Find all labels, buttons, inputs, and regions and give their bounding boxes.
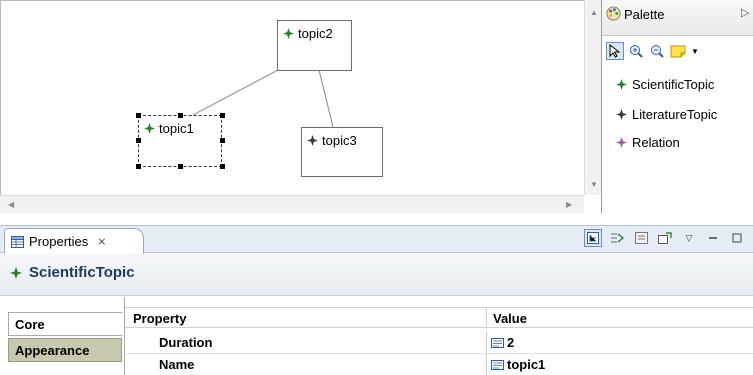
- minimize-icon[interactable]: [704, 229, 722, 247]
- collapse-palette-icon[interactable]: ▷: [741, 6, 749, 19]
- tab-label: Core: [15, 316, 45, 332]
- literature-topic-icon: [616, 109, 627, 120]
- scroll-right-icon[interactable]: ▶: [566, 200, 572, 209]
- scroll-down-icon[interactable]: ▼: [590, 180, 598, 189]
- dropdown-icon[interactable]: ▼: [690, 42, 700, 60]
- resize-handle[interactable]: [136, 138, 141, 143]
- scroll-up-icon[interactable]: ▲: [590, 8, 598, 17]
- relation-icon: [616, 137, 627, 148]
- tab-label: Appearance: [15, 342, 90, 358]
- palette-header[interactable]: Palette ▷: [602, 0, 753, 36]
- show-categories-icon[interactable]: [584, 229, 602, 247]
- column-divider: [486, 332, 487, 353]
- resize-handle[interactable]: [220, 113, 225, 118]
- relation-topic2-topic3[interactable]: [318, 69, 334, 128]
- palette-item-relation[interactable]: Relation: [616, 135, 680, 150]
- node-topic1[interactable]: topic1: [138, 115, 222, 167]
- properties-title-text: ScientificTopic: [29, 264, 135, 281]
- tab-appearance[interactable]: Appearance: [8, 338, 122, 362]
- resize-handle[interactable]: [220, 138, 225, 143]
- text-property-icon: [491, 337, 504, 348]
- property-value[interactable]: topic1: [491, 357, 545, 372]
- property-name: Name: [159, 357, 195, 372]
- property-value-text: 2: [507, 335, 515, 350]
- scientific-topic-icon: [10, 266, 22, 279]
- tab-label: Properties: [29, 234, 89, 249]
- properties-title: ScientificTopic: [10, 264, 135, 281]
- palette-item-label: Relation: [632, 135, 680, 150]
- property-name: Duration: [159, 335, 213, 350]
- column-divider[interactable]: [486, 308, 487, 329]
- restore-defaults-icon[interactable]: [632, 229, 650, 247]
- column-header-value[interactable]: Value: [493, 311, 527, 326]
- property-value-text: topic1: [507, 357, 546, 372]
- palette-item-scientific-topic[interactable]: ScientificTopic: [616, 77, 714, 92]
- node-label: topic2: [298, 26, 333, 41]
- scientific-topic-icon: [283, 28, 294, 39]
- vertical-scrollbar[interactable]: ▲ ▼: [584, 0, 601, 195]
- tab-properties[interactable]: Properties ⨯: [4, 228, 144, 254]
- view-menu-icon[interactable]: ▽: [680, 229, 698, 247]
- relation-topic2-topic1[interactable]: [192, 69, 279, 116]
- node-label: topic1: [159, 121, 194, 136]
- show-advanced-icon[interactable]: [608, 229, 626, 247]
- horizontal-scrollbar[interactable]: ◀ ▶: [0, 195, 584, 213]
- maximize-icon[interactable]: [728, 229, 746, 247]
- zoom-in-icon[interactable]: [627, 42, 645, 60]
- literature-topic-icon: [307, 135, 318, 146]
- property-value[interactable]: 2: [491, 335, 514, 350]
- zoom-out-icon[interactable]: [648, 42, 666, 60]
- column-header-property[interactable]: Property: [133, 311, 186, 326]
- table-header-row: Property Value: [125, 307, 753, 329]
- resize-handle[interactable]: [178, 164, 183, 169]
- scroll-left-icon[interactable]: ◀: [8, 200, 14, 209]
- node-topic3[interactable]: topic3: [301, 127, 383, 177]
- resize-handle[interactable]: [136, 113, 141, 118]
- column-divider: [486, 354, 487, 375]
- resize-handle[interactable]: [178, 113, 183, 118]
- diagram-canvas[interactable]: topic2 topic1 topic3: [0, 0, 584, 213]
- palette-item-label: ScientificTopic: [632, 77, 715, 92]
- palette-icon: [606, 6, 621, 21]
- resize-handle[interactable]: [136, 164, 141, 169]
- palette: Palette ▷ ▼ ScientificTopic LiteratureTo…: [601, 0, 753, 213]
- pin-view-icon[interactable]: [656, 229, 674, 247]
- properties-table: Property Value Duration 2 Name topic1: [124, 297, 753, 375]
- properties-side-tabs: Core Appearance: [0, 297, 124, 375]
- palette-toolbar: ▼: [606, 40, 700, 62]
- text-property-icon: [491, 359, 504, 370]
- palette-title: Palette: [624, 7, 665, 22]
- node-label: topic3: [322, 133, 357, 148]
- select-tool-icon[interactable]: [606, 42, 624, 60]
- tab-core[interactable]: Core: [8, 312, 122, 336]
- scientific-topic-icon: [616, 79, 627, 90]
- properties-view-tabbar: Properties ⨯ ▽: [0, 225, 753, 254]
- resize-handle[interactable]: [220, 164, 225, 169]
- palette-item-literature-topic[interactable]: LiteratureTopic: [616, 107, 717, 122]
- scientific-topic-icon: [144, 123, 155, 134]
- table-row[interactable]: Duration 2: [125, 332, 753, 353]
- properties-icon: [11, 235, 24, 248]
- table-row[interactable]: Name topic1: [125, 353, 753, 375]
- palette-item-label: LiteratureTopic: [632, 107, 718, 122]
- note-icon[interactable]: [669, 42, 687, 60]
- node-topic2[interactable]: topic2: [277, 20, 352, 71]
- close-icon[interactable]: ⨯: [97, 235, 106, 248]
- view-toolbar: ▽: [584, 229, 746, 247]
- properties-header: ScientificTopic: [0, 254, 753, 296]
